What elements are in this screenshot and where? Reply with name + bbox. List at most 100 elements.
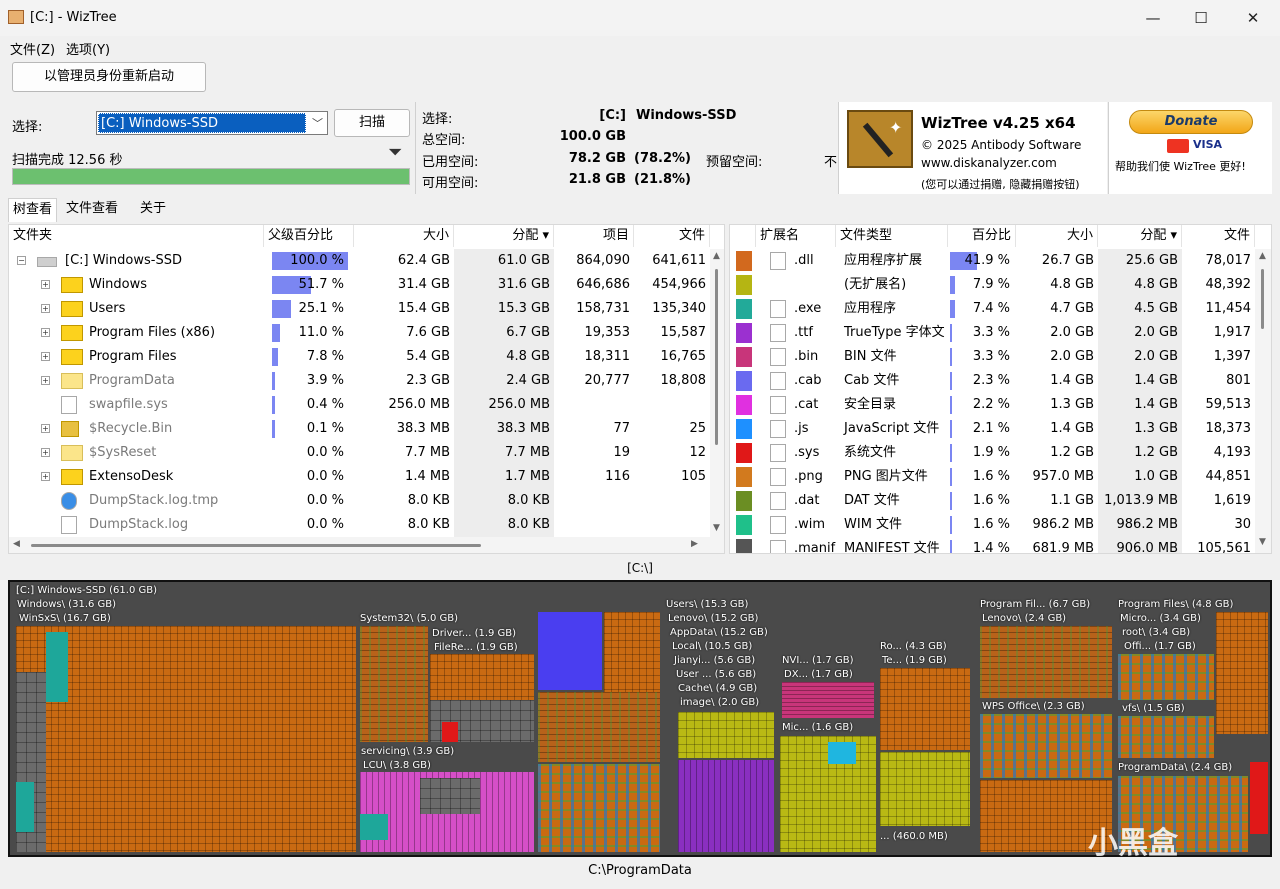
tm-block-image[interactable] [678,712,774,758]
col-percent[interactable]: 百分比 [948,225,1016,247]
expand-icon[interactable]: + [41,448,50,457]
ext-scroll-up-icon[interactable]: ▲ [1259,251,1266,261]
ext-scroll-down-icon[interactable]: ▼ [1259,537,1266,547]
tm-block-purple[interactable] [678,760,774,852]
extension-row[interactable]: .exe 应用程序 4.7 GB 4.5 GB 11,454 7.4 % [730,297,1255,321]
tm-block-red[interactable] [1250,762,1268,834]
col-items[interactable]: 项目 [554,225,634,247]
menu-file[interactable]: 文件(Z) [10,39,55,58]
col-parent-pct[interactable]: 父级百分比 [264,225,354,247]
tree-row[interactable]: + Program Files 7.8 % 5.4 GB 4.8 GB 18,311 16,… [9,345,710,369]
expand-icon[interactable]: + [41,328,50,337]
tree-row[interactable]: − [C:] Windows-SSD 100.0 % 62.4 GB 61.0 GB 86… [9,249,710,273]
ext-scroll-thumb[interactable] [1261,269,1264,329]
drive-select[interactable]: [C:] Windows-SSD ﹀ [96,111,328,135]
tm-block-lcu-teal[interactable] [360,814,388,840]
col-extension[interactable]: 扩展名 [756,225,836,247]
scroll-down-icon[interactable]: ▼ [713,523,720,533]
col-ext-files[interactable]: 文件 [1182,225,1255,247]
expand-icon[interactable]: + [41,352,50,361]
col-folder[interactable]: 文件夹 [9,225,264,247]
menu-options[interactable]: 选项(Y) [66,39,110,58]
extension-row[interactable]: .bin BIN 文件 2.0 GB 2.0 GB 1,397 3.3 % [730,345,1255,369]
extension-row[interactable]: .cab Cab 文件 1.4 GB 1.4 GB 801 2.3 % [730,369,1255,393]
expand-icon[interactable]: + [41,376,50,385]
tm-block-blue[interactable] [538,612,602,690]
tm-block-pf-right[interactable] [1216,612,1268,734]
tm-label-cache: Cache\ (4.9 GB) [678,683,758,694]
tm-block-te[interactable] [880,752,970,826]
col-allocated[interactable]: 分配 ▾ [454,225,554,247]
collapse-icon[interactable]: − [17,256,26,265]
tm-block-system32[interactable] [360,626,428,742]
col-ext-allocated[interactable]: 分配 ▾ [1098,225,1182,247]
scroll-right-icon[interactable]: ▶ [691,539,698,549]
tab-about[interactable]: 关于 [136,198,170,222]
tree-row[interactable]: DumpStack.log.tmp 0.0 % 8.0 KB 8.0 KB [9,489,710,513]
expand-icon[interactable]: + [41,280,50,289]
restart-admin-button[interactable]: 以管理员身份重新启动 [12,62,206,92]
maximize-button[interactable]: ☐ [1178,0,1224,36]
tree-row[interactable]: + ProgramData 3.9 % 2.3 GB 2.4 GB 20,777 18,80… [9,369,710,393]
extension-row[interactable]: .png PNG 图片文件 957.0 MB 1.0 GB 44,851 1.6 % [730,465,1255,489]
extension-row[interactable]: .sys 系统文件 1.2 GB 1.2 GB 4,193 1.9 % [730,441,1255,465]
tree-row-size: 31.4 GB [397,277,450,292]
extension-row[interactable]: .dat DAT 文件 1.1 GB 1,013.9 MB 1,619 1.6 % [730,489,1255,513]
tree-row[interactable]: + $SysReset 0.0 % 7.7 MB 7.7 MB 19 12 [9,441,710,465]
tm-block-office[interactable] [1118,654,1214,700]
tree-row[interactable]: + Windows 51.7 % 31.4 GB 31.6 GB 646,686 454,9… [9,273,710,297]
treemap[interactable]: [C:] Windows-SSD (61.0 GB) Windows\ (31.… [8,580,1272,857]
tree-hscroll-thumb[interactable] [31,544,481,547]
col-ext-size[interactable]: 大小 [1016,225,1098,247]
extension-row[interactable]: (无扩展名) 4.8 GB 4.8 GB 48,392 7.9 % [730,273,1255,297]
tree-horizontal-scrollbar[interactable]: ◀ ▶ [9,537,724,553]
tm-block-cyan[interactable] [828,742,856,764]
tab-tree-view[interactable]: 树查看 [8,198,58,222]
minimize-button[interactable]: — [1130,0,1176,36]
tm-block-driver[interactable] [430,654,534,700]
extension-row[interactable]: .wim WIM 文件 986.2 MB 986.2 MB 30 1.6 % [730,513,1255,537]
tree-row[interactable]: swapfile.sys 0.4 % 256.0 MB 256.0 MB [9,393,710,417]
extension-row[interactable]: .cat 安全目录 1.3 GB 1.4 GB 59,513 2.2 % [730,393,1255,417]
col-size[interactable]: 大小 [354,225,454,247]
expand-icon[interactable]: + [41,424,50,433]
extension-row[interactable]: .js JavaScript 文件 1.4 GB 1.3 GB 18,373 2.1 % [730,417,1255,441]
tm-block-ro[interactable] [880,668,970,750]
extension-row[interactable]: .ttf TrueType 字体文 2.0 GB 2.0 GB 1,917 3.3 % [730,321,1255,345]
tm-block-red-small[interactable] [442,722,458,742]
tree-row[interactable]: DumpStack.log 0.0 % 8.0 KB 8.0 KB [9,513,710,537]
ext-vertical-scrollbar[interactable]: ▲ ▼ [1255,249,1271,553]
col-file-type[interactable]: 文件类型 [836,225,948,247]
tab-file-view[interactable]: 文件查看 [62,198,122,222]
scan-button[interactable]: 扫描 [334,109,410,137]
tm-block-vfs[interactable] [1118,716,1214,758]
tm-block-pink[interactable] [782,682,874,718]
tm-block-lenovo2[interactable] [980,626,1112,698]
about-url[interactable]: www.diskanalyzer.com [921,156,1057,170]
tm-block-teal-b[interactable] [16,782,34,832]
tm-block-teal[interactable] [46,632,68,702]
scroll-left-icon[interactable]: ◀ [13,539,20,549]
tm-block-mix-a[interactable] [538,764,660,852]
tm-block-or-c[interactable] [604,612,660,692]
col-files[interactable]: 文件 [634,225,710,247]
expand-icon[interactable]: + [41,304,50,313]
extension-row[interactable]: .manif MANIFEST 文件 681.9 MB 906.0 MB 105,561… [730,537,1255,553]
filter-icon[interactable]: ⏷ [388,142,402,163]
scroll-up-icon[interactable]: ▲ [713,251,720,261]
tree-scroll-thumb[interactable] [715,269,718,445]
tree-row[interactable]: + Users 25.1 % 15.4 GB 15.3 GB 158,731 135,340 [9,297,710,321]
tree-vertical-scrollbar[interactable]: ▲ ▼ [710,249,724,537]
tree-row-files: 15,587 [660,325,707,340]
close-button[interactable]: ✕ [1230,0,1276,36]
donate-button[interactable]: Donate [1129,110,1253,134]
tree-row[interactable]: + $Recycle.Bin 0.1 % 38.3 MB 38.3 MB 77 25 [9,417,710,441]
tm-block-or-d[interactable] [538,692,660,762]
tree-row[interactable]: + ExtensoDesk 0.0 % 1.4 MB 1.7 MB 116 105 [9,465,710,489]
tree-row[interactable]: + Program Files (x86) 11.0 % 7.6 GB 6.7 GB 19… [9,321,710,345]
expand-icon[interactable]: + [41,472,50,481]
col-color[interactable] [730,225,756,247]
tm-block-lcu-gray[interactable] [420,778,480,814]
extension-row[interactable]: .dll 应用程序扩展 26.7 GB 25.6 GB 78,017 41.9 % [730,249,1255,273]
tm-block-wps[interactable] [980,714,1112,778]
